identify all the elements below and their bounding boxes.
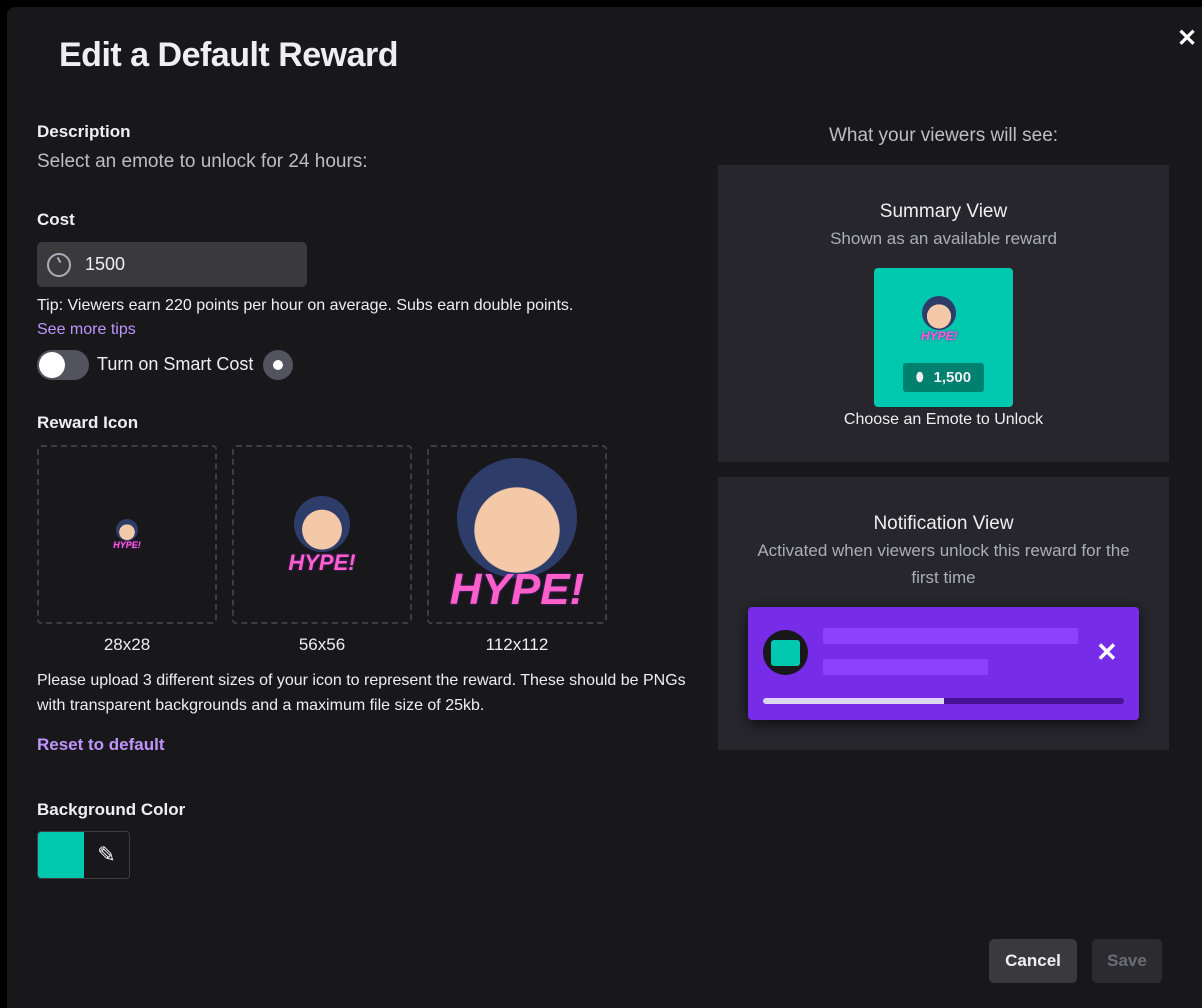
size-label: 28x28 — [103, 635, 151, 654]
upload-icon-56[interactable]: HYPE! — [232, 445, 412, 624]
eyedropper-icon[interactable]: ✎ — [84, 832, 129, 878]
color-swatch[interactable] — [38, 832, 84, 878]
placeholder-line — [823, 659, 988, 675]
cost-tip: Tip: Viewers earn 220 points per hour on… — [37, 297, 574, 314]
emote-image: HYPE! — [288, 495, 356, 574]
preview-heading: What your viewers will see: — [828, 125, 1059, 146]
reward-title: Choose an Emote to Unlock — [843, 411, 1044, 428]
size-label: 56x56 — [298, 635, 346, 654]
channel-points-icon — [47, 252, 71, 277]
lightbulb-icon[interactable] — [263, 350, 293, 380]
close-icon[interactable]: ✕ — [1173, 25, 1201, 53]
upload-help: Please upload 3 different sizes of your … — [37, 672, 686, 714]
see-more-tips-link[interactable]: See more tips — [37, 321, 136, 339]
summary-subtitle: Shown as an available reward — [830, 229, 1057, 248]
smart-cost-label: Turn on Smart Cost — [97, 354, 254, 374]
page-title: Edit a Default Reward — [59, 36, 399, 74]
notification-view-panel: Notification View Activated when viewers… — [718, 477, 1169, 750]
description-label: Description — [37, 122, 131, 141]
emote-image: HYPE! — [921, 296, 958, 342]
channel-points-icon: ⬮ — [915, 370, 924, 384]
notification-title: Notification View — [873, 513, 1014, 534]
close-icon: ✕ — [1096, 637, 1118, 667]
cost-input-wrapper[interactable] — [37, 242, 307, 287]
notification-avatar — [763, 630, 808, 675]
reward-icon-label: Reward Icon — [37, 413, 139, 432]
placeholder-line — [823, 628, 1078, 644]
save-button[interactable]: Save — [1092, 939, 1162, 983]
upload-icon-28[interactable]: HYPE! — [37, 445, 217, 624]
emote-image: HYPE! — [113, 519, 141, 550]
progress-bar — [763, 698, 1124, 704]
upload-icon-112[interactable]: HYPE! — [427, 445, 607, 624]
cancel-button[interactable]: Cancel — [989, 939, 1077, 983]
price-badge: ⬮ 1,500 — [903, 363, 984, 392]
emote-image: HYPE! — [450, 457, 584, 612]
description-text: Select an emote to unlock for 24 hours: — [37, 151, 368, 172]
smart-cost-toggle[interactable] — [37, 350, 89, 380]
notification-preview: ✕ — [748, 607, 1139, 720]
cost-input[interactable] — [85, 254, 285, 275]
reward-card: HYPE! ⬮ 1,500 — [874, 268, 1013, 407]
background-color-label: Background Color — [37, 800, 186, 819]
background-color-picker[interactable]: ✎ — [37, 831, 130, 879]
reset-to-default-link[interactable]: Reset to default — [37, 735, 165, 755]
notification-subtitle: Activated when viewers unlock this rewar… — [757, 541, 1130, 587]
summary-title: Summary View — [879, 201, 1008, 222]
cost-label: Cost — [37, 210, 75, 229]
size-label: 112x112 — [485, 635, 549, 654]
summary-view-panel: Summary View Shown as an available rewar… — [718, 165, 1169, 462]
